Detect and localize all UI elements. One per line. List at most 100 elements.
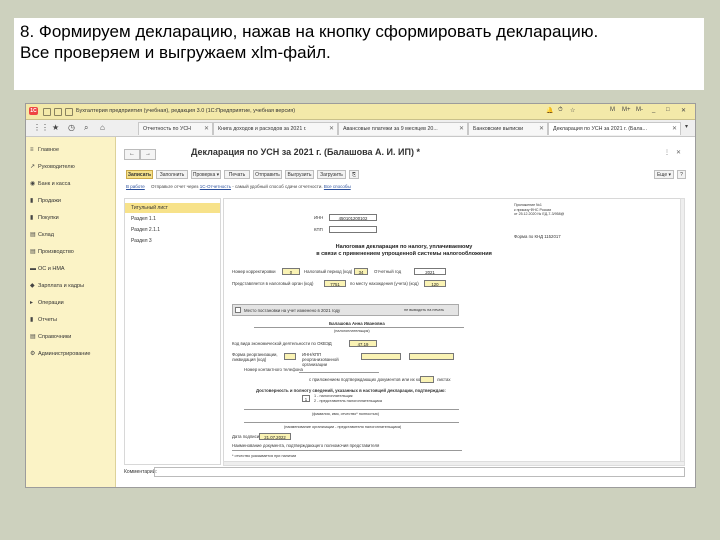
sidebar-item-label: Операции: [38, 300, 64, 306]
chevron-down-icon[interactable]: ▾: [685, 123, 688, 132]
org-caption: (наименование организации - представител…: [284, 425, 402, 429]
upload-button[interactable]: Загрузить: [317, 170, 346, 179]
reorg-field[interactable]: [284, 353, 296, 360]
tab-usn-reporting[interactable]: Отчетность по УСН ✕: [138, 122, 213, 135]
correction-label: Номер корректировки: [232, 269, 276, 274]
star-icon[interactable]: ☆: [570, 107, 575, 114]
search-icon[interactable]: ⌕: [84, 123, 88, 132]
period-field[interactable]: 34: [354, 268, 368, 275]
send-button[interactable]: Отправить: [253, 170, 282, 179]
bag-icon: ▮: [30, 198, 34, 204]
section-title-page[interactable]: Титульный лист: [125, 203, 220, 213]
close-icon[interactable]: ✕: [672, 123, 677, 135]
sidebar-item-label: Продажи: [38, 198, 61, 204]
bell-icon[interactable]: 🔔: [546, 107, 553, 114]
okved-field[interactable]: 47.19: [349, 340, 377, 347]
more-button[interactable]: Еще ▾: [654, 170, 674, 179]
sidebar-item-admin[interactable]: ⚙ Администрирование: [30, 349, 90, 359]
tax-organ-field[interactable]: 7751: [324, 280, 346, 287]
place-field[interactable]: 120: [424, 280, 446, 287]
print-button[interactable]: Печать: [224, 170, 250, 179]
registration-checkbox[interactable]: [235, 307, 241, 313]
all-methods-link[interactable]: Все способы: [324, 184, 351, 189]
taxpayer-name: Балашова Анна Ивановна: [329, 321, 385, 326]
year-field[interactable]: 2021: [414, 268, 446, 275]
favorites-icon[interactable]: ★: [52, 123, 59, 132]
help-button[interactable]: ?: [677, 170, 686, 179]
comment-input[interactable]: [154, 467, 685, 477]
section-2-1-1[interactable]: Раздел 2.1.1: [125, 225, 220, 235]
maximize-button[interactable]: □: [666, 107, 670, 113]
home-icon[interactable]: ⌂: [100, 123, 105, 132]
check-button[interactable]: Проверка ▾: [191, 170, 221, 179]
people-icon: ◆: [30, 283, 35, 289]
sidebar-item-reports[interactable]: ▮ Отчеты: [30, 315, 57, 325]
sidebar-item-purchases[interactable]: ▮ Покупки: [30, 213, 59, 223]
sidebar-item-production[interactable]: ▤ Производство: [30, 247, 74, 257]
sidebar-item-catalogs[interactable]: ▤ Справочники: [30, 332, 71, 342]
print-icon[interactable]: [65, 108, 73, 116]
more-icon[interactable]: ⋮: [664, 149, 670, 156]
save-icon[interactable]: [54, 108, 62, 116]
sidebar-item-warehouse[interactable]: ▤ Склад: [30, 230, 54, 240]
sidebar-item-sales[interactable]: ▮ Продажи: [30, 196, 61, 206]
close-icon[interactable]: ✕: [676, 149, 681, 156]
sidebar-item-label: ОС и НМА: [38, 266, 65, 272]
export-button[interactable]: Выгрузить: [285, 170, 314, 179]
reorg-label: Форма реорганизации, ликвидация (код): [232, 352, 278, 362]
pages-field[interactable]: [420, 376, 434, 383]
close-icon[interactable]: ✕: [329, 123, 334, 135]
history-icon[interactable]: ◷: [68, 123, 75, 132]
sidebar-item-label: Справочники: [38, 334, 72, 340]
sidebar-item-main[interactable]: ≡ Главное: [30, 145, 59, 155]
correction-field[interactable]: 0: [282, 268, 300, 275]
close-icon[interactable]: ✕: [539, 123, 544, 135]
year-label: Отчетный год: [374, 269, 402, 274]
apps-grid-icon[interactable]: ⋮⋮: [33, 123, 49, 132]
document-title: Декларация по УСН за 2021 г. (Балашова А…: [191, 147, 420, 157]
section-3[interactable]: Раздел 3: [125, 236, 220, 246]
date-label: Дата подписи: [232, 434, 260, 439]
service-link[interactable]: 1С-Отчетность: [200, 184, 231, 189]
m-plus-button[interactable]: M+: [622, 107, 631, 113]
horizontal-scrollbar[interactable]: [223, 461, 685, 466]
inn-field[interactable]: 450101200102: [329, 214, 377, 221]
sidebar-item-manager[interactable]: ↗ Руководителю: [30, 162, 75, 172]
tab-advance-payments[interactable]: Авансовые платежи за 9 месяцев 20... ✕: [338, 122, 468, 135]
phone-label: Номер контактного телефона: [244, 367, 303, 372]
m-minus-button[interactable]: M-: [636, 107, 643, 113]
back-button[interactable]: ←: [124, 149, 140, 160]
sidebar-item-operations[interactable]: ▸ Операции: [30, 298, 64, 308]
tab-usn-declaration[interactable]: Декларация по УСН за 2021 г. (Бала... ✕: [548, 122, 681, 135]
tab-income-book[interactable]: Книга доходов и расходов за 2021 г. ✕: [213, 122, 338, 135]
m-button[interactable]: M: [610, 107, 615, 113]
status-text-middle: - самый удобный способ сдачи отчетности.: [232, 184, 323, 189]
kpp-field[interactable]: [329, 226, 377, 233]
minimize-button[interactable]: _: [652, 107, 655, 113]
reorg-kpp-field[interactable]: [409, 353, 454, 360]
section-1-1[interactable]: Раздел 1.1: [125, 214, 220, 224]
caption-line-2: Все проверяем и выгружаем xlm-файл.: [20, 43, 331, 62]
truck-icon: ▬: [30, 266, 36, 272]
close-icon[interactable]: ✕: [459, 123, 464, 135]
history-icon[interactable]: ⏱: [558, 107, 563, 114]
close-icon[interactable]: ✕: [204, 123, 209, 135]
fill-button[interactable]: Заполнить: [156, 170, 188, 179]
attach-icon[interactable]: ⎘: [349, 170, 359, 179]
write-button[interactable]: Записать: [126, 170, 153, 179]
reorg-inn-field[interactable]: [361, 353, 401, 360]
sidebar-item-bank[interactable]: ◉ Банк и касса: [30, 179, 70, 189]
tab-bank-statements[interactable]: Банковские выписки ✕: [468, 122, 548, 135]
sidebar-item-assets[interactable]: ▬ ОС и НМА: [30, 264, 65, 274]
vertical-scrollbar[interactable]: [680, 198, 685, 462]
factory-icon: ▤: [30, 249, 36, 255]
forward-button[interactable]: →: [140, 149, 156, 160]
status-link[interactable]: В работе: [126, 184, 145, 189]
kpp-label: КПП: [314, 227, 323, 232]
close-window-button[interactable]: ✕: [681, 107, 686, 114]
menu-icon[interactable]: [43, 108, 51, 116]
sidebar-item-salary[interactable]: ◆ Зарплата и кадры: [30, 281, 84, 291]
trend-icon: ↗: [30, 164, 36, 170]
date-field[interactable]: 21.07.2022: [259, 433, 291, 440]
signer-code-field[interactable]: 1: [302, 395, 310, 402]
